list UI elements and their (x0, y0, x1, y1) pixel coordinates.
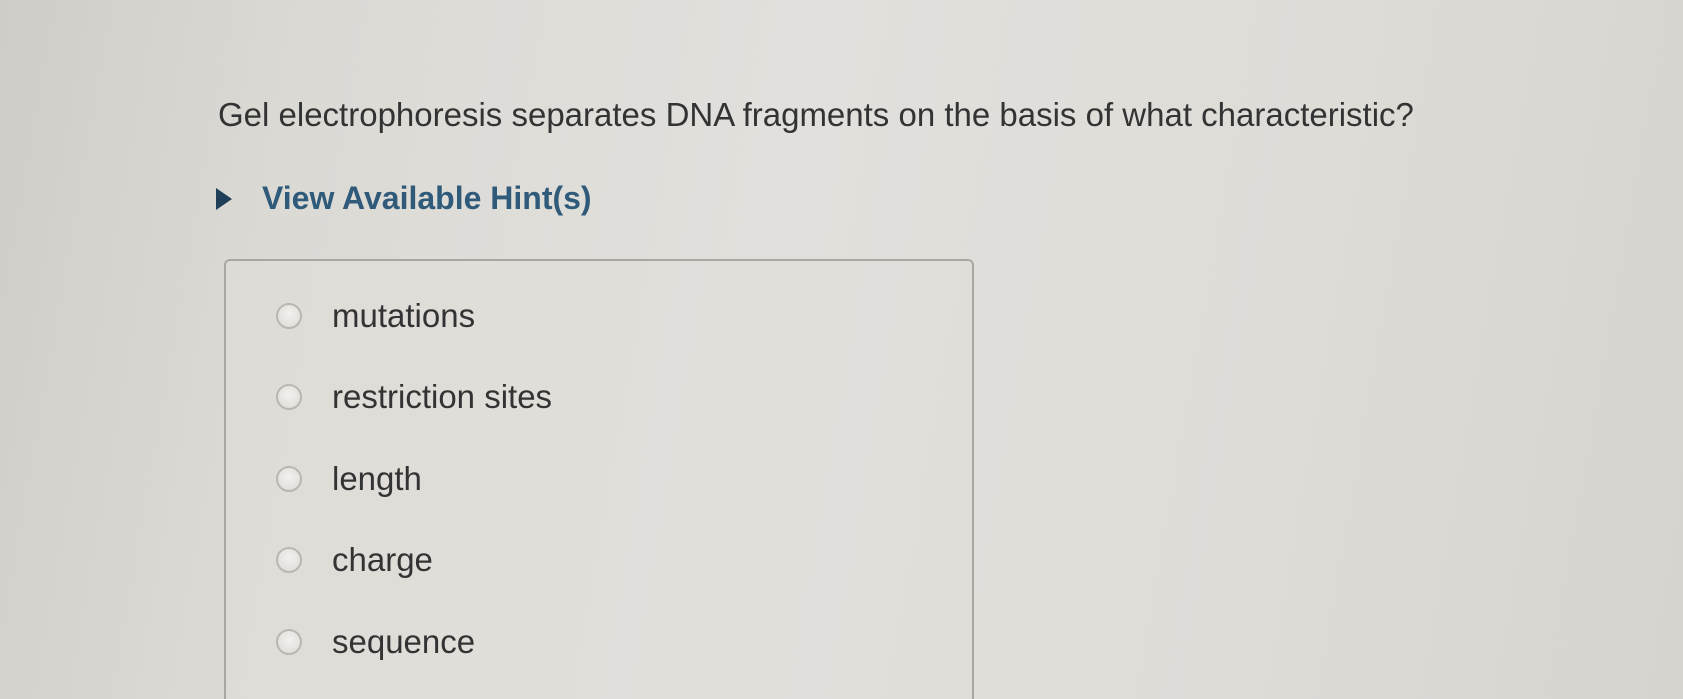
option-label: mutations (332, 297, 476, 334)
option-label: charge (332, 541, 433, 578)
radio-button-icon[interactable] (276, 384, 302, 410)
answer-option-mutations[interactable]: mutations (276, 297, 475, 335)
option-label: restriction sites (332, 378, 553, 415)
question-page: Gel electrophoresis separates DNA fragme… (0, 0, 1683, 699)
answer-option-length[interactable]: length (276, 460, 422, 498)
radio-button-icon[interactable] (276, 303, 302, 329)
radio-button-icon[interactable] (276, 547, 302, 573)
view-hints-label: View Available Hint(s) (262, 180, 592, 216)
answer-option-restriction-sites[interactable]: restriction sites (276, 378, 552, 416)
option-label: length (332, 460, 422, 497)
answer-options-box: mutations restriction sites length charg… (224, 259, 974, 699)
radio-button-icon[interactable] (276, 629, 302, 655)
answer-option-charge[interactable]: charge (276, 541, 433, 579)
triangle-right-icon (216, 187, 232, 210)
view-hints-toggle[interactable]: View Available Hint(s) (216, 180, 592, 217)
radio-button-icon[interactable] (276, 466, 302, 492)
answer-option-sequence[interactable]: sequence (276, 623, 475, 661)
question-text: Gel electrophoresis separates DNA fragme… (218, 96, 1414, 133)
option-label: sequence (332, 623, 476, 660)
